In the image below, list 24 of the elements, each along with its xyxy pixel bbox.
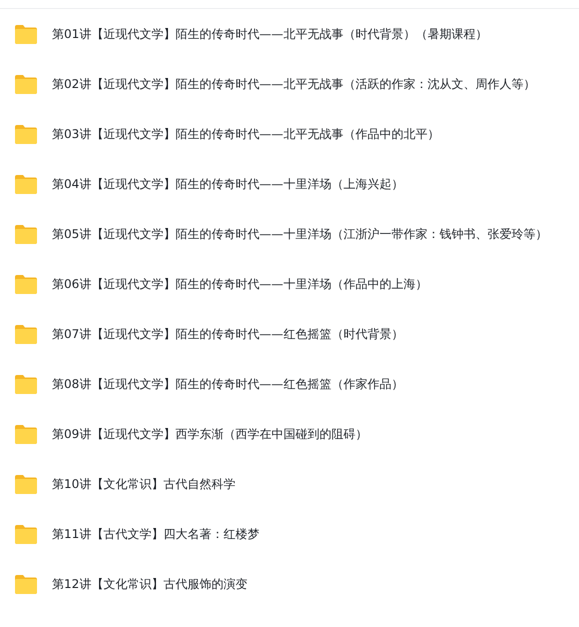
folder-icon (14, 524, 38, 544)
folder-icon (14, 224, 38, 244)
folder-icon (14, 74, 38, 94)
folder-name[interactable]: 第11讲【古代文学】四大名著：红楼梦 (52, 526, 260, 542)
folder-icon (14, 574, 38, 594)
folder-icon (14, 274, 38, 294)
folder-icon (14, 174, 38, 194)
folder-name[interactable]: 第06讲【近现代文学】陌生的传奇时代——十里洋场（作品中的上海） (52, 276, 428, 292)
folder-name[interactable]: 第09讲【近现代文学】西学东渐（西学在中国碰到的阻碍） (52, 426, 368, 442)
folder-icon (14, 374, 38, 394)
folder-name[interactable]: 第03讲【近现代文学】陌生的传奇时代——北平无战事（作品中的北平） (52, 126, 440, 142)
folder-name[interactable]: 第07讲【近现代文学】陌生的传奇时代——红色摇篮（时代背景） (52, 326, 404, 342)
folder-icon (14, 24, 38, 44)
folder-name[interactable]: 第02讲【近现代文学】陌生的传奇时代——北平无战事（活跃的作家：沈从文、周作人等） (52, 76, 536, 92)
folder-name[interactable]: 第01讲【近现代文学】陌生的传奇时代——北平无战事（时代背景）（暑期课程） (52, 26, 488, 42)
folder-name[interactable]: 第08讲【近现代文学】陌生的传奇时代——红色摇篮（作家作品） (52, 376, 404, 392)
folder-icon (14, 124, 38, 144)
folder-name[interactable]: 第05讲【近现代文学】陌生的传奇时代——十里洋场（江浙沪一带作家：钱钟书、张爱玲等） (52, 226, 548, 242)
folder-name[interactable]: 第04讲【近现代文学】陌生的传奇时代——十里洋场（上海兴起） (52, 176, 404, 192)
folder-icon (14, 424, 38, 444)
folder-icon (14, 324, 38, 344)
folder-icon (14, 474, 38, 494)
folder-name[interactable]: 第10讲【文化常识】古代自然科学 (52, 476, 236, 492)
folder-name[interactable]: 第12讲【文化常识】古代服饰的演变 (52, 576, 248, 592)
